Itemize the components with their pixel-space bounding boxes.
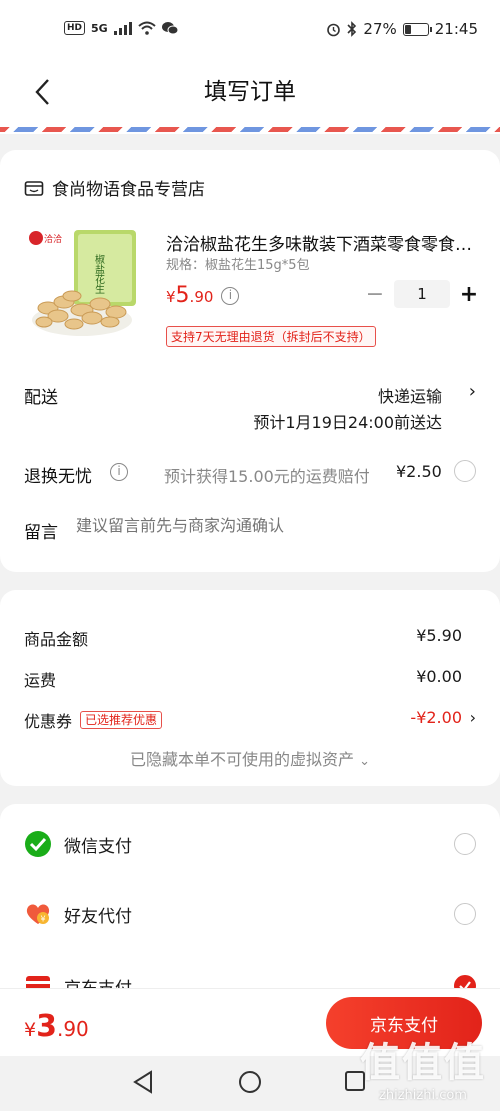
delivery-eta: 预计1月19日24:00前送达 xyxy=(253,413,442,432)
wechat-pay-icon xyxy=(24,830,52,858)
watermark: 值值值 zhizhizhi.com xyxy=(360,1030,486,1103)
hd-badge: HD xyxy=(64,21,86,35)
goods-amount-row: 商品金额 ¥5.90 xyxy=(24,626,462,650)
friend-pay-label: 好友代付 xyxy=(64,906,132,927)
product-title[interactable]: 洽洽椒盐花生多味散装下酒菜零食零食零食小吃 xyxy=(166,230,478,255)
coupon-tag: 已选推荐优惠 xyxy=(80,711,163,729)
increase-button[interactable]: + xyxy=(458,282,480,307)
airmail-divider xyxy=(0,122,500,134)
delivery-label: 配送 xyxy=(24,388,58,408)
return-insurance-radio[interactable] xyxy=(454,460,476,482)
decrease-button[interactable]: − xyxy=(364,282,386,307)
store-name: 食尚物语食品专营店 xyxy=(52,180,205,200)
watermark-logo: 值值值 xyxy=(360,1040,486,1086)
return-policy-tag: 支持7天无理由退货（拆封后不支持） xyxy=(166,326,376,347)
quantity-value[interactable]: 1 xyxy=(394,280,450,308)
hidden-assets-text: 已隐藏本单不可使用的虚拟资产 xyxy=(129,750,354,769)
store-header[interactable]: 食尚物语食品专营店 xyxy=(24,175,205,200)
shipping-label: 运费 xyxy=(24,671,57,690)
return-insurance-text: 预计获得15.00元的运费赔付 xyxy=(164,467,370,486)
message-input[interactable] xyxy=(76,516,476,535)
nav-home-icon[interactable] xyxy=(238,1070,262,1098)
status-bar: HD 5G 27% 21:45 xyxy=(0,0,500,62)
coupon-label: 优惠券 xyxy=(24,712,73,731)
chevron-down-icon: ⌄ xyxy=(359,754,370,769)
wechat-notify-icon xyxy=(161,22,178,35)
store-icon xyxy=(24,180,44,196)
shipping-value: ¥0.00 xyxy=(416,667,462,686)
chevron-right-icon[interactable]: › xyxy=(470,708,476,727)
svg-text:¥: ¥ xyxy=(41,915,46,924)
clock: 21:45 xyxy=(434,20,478,38)
product-price: ¥ 5 .90 i xyxy=(166,283,240,308)
page-title: 填写订单 xyxy=(204,79,296,105)
friend-pay-icon: ¥ xyxy=(24,900,52,928)
network-label: 5G xyxy=(91,21,108,35)
product-image[interactable]: 洽洽 椒盐花生 xyxy=(24,224,142,342)
nav-bar: 填写订单 xyxy=(0,62,500,122)
status-left: HD 5G xyxy=(64,21,178,35)
friend-pay-radio[interactable] xyxy=(454,903,476,925)
payment-card: 微信支付 ¥ 好友代付 京东支付 xyxy=(0,804,500,1004)
battery-icon xyxy=(402,22,432,36)
nav-back-icon[interactable] xyxy=(132,1070,154,1098)
total-amount: ¥ 3 .90 xyxy=(24,1009,89,1044)
battery-percent: 27% xyxy=(363,20,397,38)
quantity-stepper: − 1 + xyxy=(364,280,480,308)
alarm-icon xyxy=(327,23,341,36)
coupon-value: -¥2.00 xyxy=(410,708,462,727)
delivery-method[interactable]: 快递运输 xyxy=(378,383,442,407)
status-right: 27% 21:45 xyxy=(326,20,478,38)
message-label: 留言 xyxy=(24,523,58,543)
coupon-row[interactable]: 优惠券 已选推荐优惠 -¥2.00 xyxy=(24,708,462,732)
goods-amount-value: ¥5.90 xyxy=(416,626,462,645)
product-spec[interactable]: 规格：椒盐花生15g*5包 xyxy=(166,254,310,273)
hidden-assets-toggle[interactable]: 已隐藏本单不可使用的虚拟资产 ⌄ xyxy=(0,746,500,770)
return-insurance-price: ¥2.50 xyxy=(396,462,442,481)
payment-option-friend[interactable]: ¥ 好友代付 xyxy=(24,894,476,934)
wechat-pay-radio[interactable] xyxy=(454,833,476,855)
chevron-right-icon[interactable]: › xyxy=(469,381,476,402)
amount-card: 商品金额 ¥5.90 运费 ¥0.00 优惠券 已选推荐优惠 -¥2.00 › … xyxy=(0,590,500,786)
info-icon[interactable]: i xyxy=(110,463,128,481)
goods-amount-label: 商品金额 xyxy=(24,630,89,649)
shipping-row: 运费 ¥0.00 xyxy=(24,667,462,691)
order-card: 食尚物语食品专营店 洽洽 椒盐花生 洽洽椒盐花生多味散装下酒菜零食零食零食小吃 … xyxy=(0,150,500,572)
watermark-url: zhizhizhi.com xyxy=(379,1088,467,1103)
price-info-icon[interactable]: i xyxy=(221,286,240,305)
image-brand-text: 洽洽 xyxy=(44,233,62,245)
bluetooth-icon xyxy=(347,21,357,37)
wechat-pay-label: 微信支付 xyxy=(64,836,132,857)
payment-option-wechat[interactable]: 微信支付 xyxy=(24,824,476,864)
wifi-icon xyxy=(138,21,156,35)
signal-icon xyxy=(113,21,132,35)
return-insurance-label: 退换无忧 xyxy=(24,467,92,487)
image-pack-text: 椒盐花生 xyxy=(93,253,105,294)
